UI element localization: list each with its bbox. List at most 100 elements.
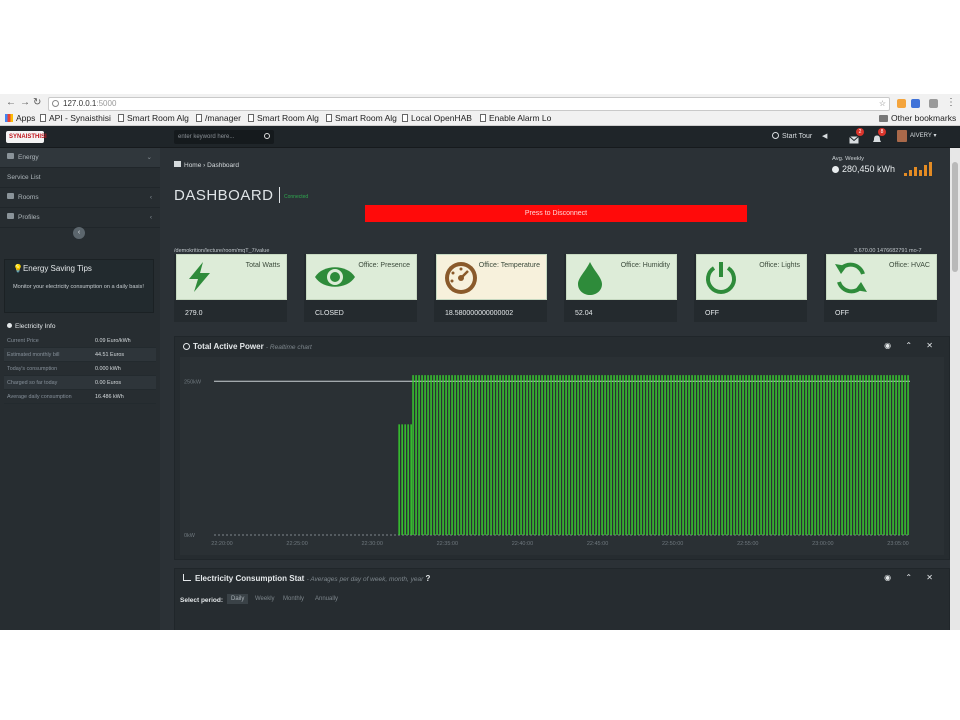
y-tick-label: 250kW xyxy=(184,379,202,385)
data-bar xyxy=(907,375,909,535)
panel-tools[interactable]: ◉ ⌃ ✕ xyxy=(884,341,939,350)
disconnect-button[interactable]: Press to Disconnect xyxy=(365,205,747,222)
tile-value: CLOSED xyxy=(315,310,344,317)
data-bar xyxy=(616,375,618,535)
sidebar-item-service-list[interactable]: Service List xyxy=(0,168,160,188)
bar-chart-icon xyxy=(183,574,191,581)
period-daily[interactable]: Daily xyxy=(227,594,249,604)
data-bar xyxy=(868,375,870,535)
sidebar-item-energy[interactable]: Energy ⌄ xyxy=(0,148,160,168)
data-bar xyxy=(697,375,699,535)
logo[interactable]: SYNAISTHISI xyxy=(6,131,47,143)
rss-extension-icon[interactable] xyxy=(897,99,906,108)
search-input[interactable]: enter keyword here... xyxy=(174,130,274,144)
user-menu[interactable]: AIVERY ▾ xyxy=(910,132,936,139)
data-bar xyxy=(502,375,504,535)
data-bar xyxy=(472,375,474,535)
app-window: ← → ↻ 127.0.0.1:5000 ☆ ⋮ Apps API - Syna… xyxy=(0,94,960,630)
bookmark[interactable]: API - Synaisthisi xyxy=(40,113,111,123)
x-tick-label: 22:40:00 xyxy=(512,541,533,547)
scrollbar-thumb[interactable] xyxy=(952,162,958,272)
page-scrollbar[interactable] xyxy=(950,148,960,630)
other-bookmarks[interactable]: Other bookmarks xyxy=(879,113,956,123)
start-tour-button[interactable]: Start Tour xyxy=(772,132,812,140)
collapse-sidebar-button[interactable]: ‹ xyxy=(73,227,85,239)
bookmark[interactable]: Smart Room Alg xyxy=(326,113,397,123)
reload-icon[interactable]: ↻ xyxy=(33,97,41,108)
avg-weekly-label: Avg. Weekly xyxy=(832,156,865,162)
extension-icon[interactable] xyxy=(911,99,920,108)
caret-left-icon[interactable]: ◀ xyxy=(822,132,827,140)
data-bar xyxy=(679,375,681,535)
data-bar xyxy=(757,375,759,535)
data-bar xyxy=(436,375,438,535)
data-bar xyxy=(610,375,612,535)
back-icon[interactable]: ← xyxy=(6,97,16,108)
mail-button[interactable]: 2 xyxy=(849,128,864,144)
tile-office-hvac[interactable]: Office: HVAC OFF xyxy=(824,254,937,322)
data-bar xyxy=(721,375,723,535)
address-bar[interactable]: 127.0.0.1:5000 ☆ xyxy=(48,97,890,111)
bookmark[interactable]: Smart Room Alg xyxy=(118,113,189,123)
data-bar xyxy=(640,375,642,535)
x-tick-label: 22:20:00 xyxy=(211,541,232,547)
page-icon xyxy=(326,114,332,122)
data-bar xyxy=(517,375,519,535)
period-monthly[interactable]: Monthly xyxy=(279,594,308,604)
data-bar xyxy=(883,375,885,535)
data-bar xyxy=(589,375,591,535)
avatar[interactable] xyxy=(897,130,907,142)
data-bar xyxy=(421,375,423,535)
period-weekly[interactable]: Weekly xyxy=(251,594,279,604)
sidebar-item-rooms[interactable]: Rooms ‹ xyxy=(0,188,160,208)
data-bar xyxy=(877,375,879,535)
tile-office-lights[interactable]: Office: Lights OFF xyxy=(694,254,807,322)
star-icon[interactable]: ☆ xyxy=(879,98,886,110)
tile-total-watts[interactable]: Total Watts 279.0 xyxy=(174,254,287,322)
data-bar xyxy=(604,375,606,535)
bookmark[interactable]: Smart Room Alg xyxy=(248,113,319,123)
sidebar-item-profiles[interactable]: Profiles ‹ xyxy=(0,208,160,228)
breadcrumb-home[interactable]: Home xyxy=(184,162,201,169)
breadcrumb-current: Dashboard xyxy=(207,162,239,169)
data-bar xyxy=(778,375,780,535)
menu-icon[interactable]: ⋮ xyxy=(946,97,956,108)
tips-title: 💡Energy Saving Tips xyxy=(13,264,92,273)
tile-office-temperature[interactable]: Office: Temperature 18.580000000000002 xyxy=(434,254,547,322)
period-annually[interactable]: Annually xyxy=(311,594,342,604)
data-bar xyxy=(703,375,705,535)
data-bar xyxy=(769,375,771,535)
data-bar xyxy=(478,375,480,535)
page-icon xyxy=(40,114,46,122)
total-active-power-panel: Total Active Power - Realtime chart ◉ ⌃ … xyxy=(174,336,950,560)
tile-value: 52.04 xyxy=(575,310,593,317)
extension-icon[interactable] xyxy=(929,99,938,108)
data-bar xyxy=(634,375,636,535)
data-bar xyxy=(407,424,409,535)
panel-tools[interactable]: ◉ ⌃ ✕ xyxy=(884,573,939,582)
search-icon[interactable] xyxy=(264,133,270,139)
bookmark[interactable]: /manager xyxy=(196,113,241,123)
data-bar xyxy=(454,375,456,535)
panel-title: Total Active Power - Realtime chart xyxy=(183,342,312,351)
tile-office-humidity[interactable]: Office: Humidity 52.04 xyxy=(564,254,677,322)
data-bar xyxy=(715,375,717,535)
home-icon xyxy=(174,161,181,167)
data-bar xyxy=(466,375,468,535)
bookmark[interactable]: Enable Alarm Lo xyxy=(480,113,551,123)
forward-icon[interactable]: → xyxy=(20,97,30,108)
consumption-stat-panel: Electricity Consumption Stat - Averages … xyxy=(174,568,950,630)
info-icon[interactable] xyxy=(52,100,59,107)
data-bar xyxy=(643,375,645,535)
tile-office-presence[interactable]: Office: Presence CLOSED xyxy=(304,254,417,322)
data-bar xyxy=(700,375,702,535)
bookmark[interactable]: Local OpenHAB xyxy=(402,113,472,123)
bookmark-apps[interactable]: Apps xyxy=(5,113,35,123)
data-bar xyxy=(559,375,561,535)
help-icon[interactable]: ? xyxy=(426,574,431,583)
alerts-button[interactable]: 8 xyxy=(872,128,886,142)
data-bar xyxy=(784,375,786,535)
data-bar xyxy=(685,375,687,535)
spark-bar xyxy=(924,165,927,176)
data-bar xyxy=(398,424,400,535)
